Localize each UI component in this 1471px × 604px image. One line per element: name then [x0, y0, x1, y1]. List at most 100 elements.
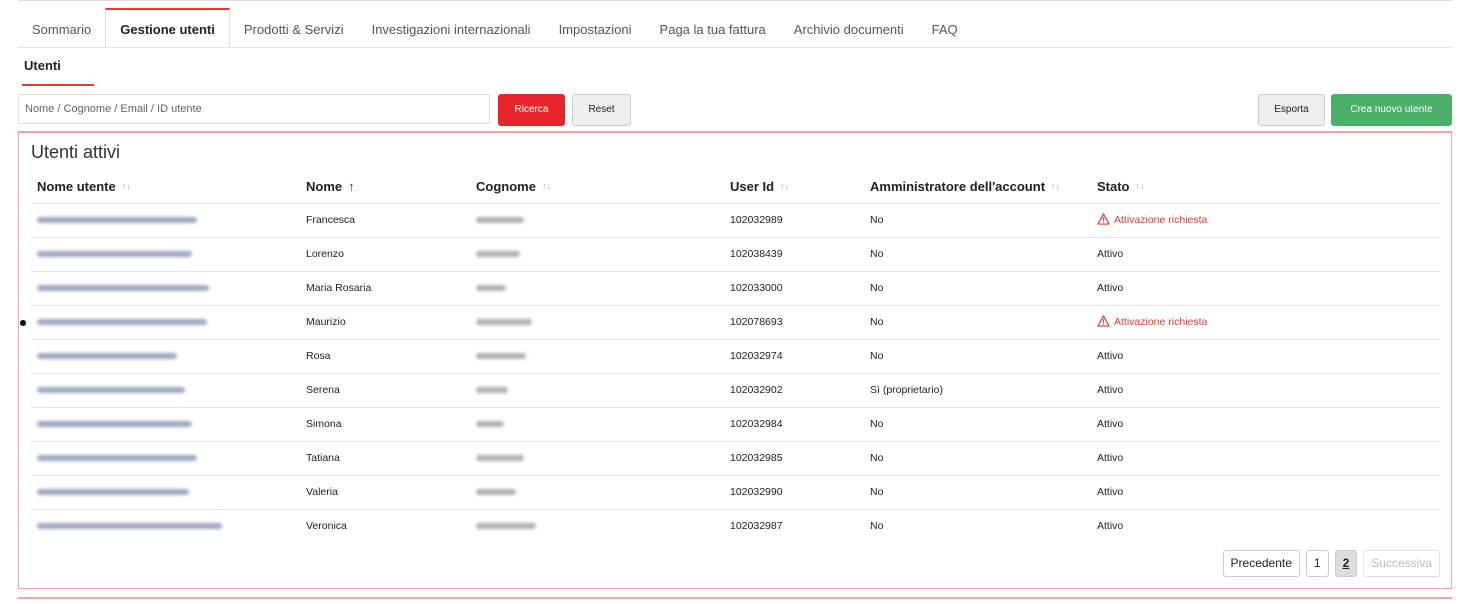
- column-header-user-id[interactable]: User Id ↑↓: [730, 179, 789, 194]
- column-header-admin[interactable]: Amministratore dell'account ↑↓: [870, 179, 1060, 194]
- cell-user-id: 102032984: [730, 418, 783, 430]
- cell-status: Attivo: [1097, 384, 1124, 396]
- cell-last-name: [476, 374, 508, 408]
- column-header-label: Nome: [306, 179, 343, 194]
- column-header-label: User Id: [730, 179, 775, 194]
- tabs-divider: [18, 47, 1453, 48]
- redacted-last-name: [476, 353, 526, 360]
- cell-username: [37, 272, 209, 306]
- tab-archivio-documenti[interactable]: Archivio documenti: [780, 10, 918, 48]
- cell-last-name: [476, 272, 506, 306]
- redacted-username: [37, 319, 207, 326]
- arrow-up-icon: ↑: [348, 179, 355, 194]
- cell-user-id: 102032985: [730, 452, 783, 464]
- column-header-label: Nome utente: [37, 179, 116, 194]
- cell-admin: No: [870, 214, 884, 226]
- cell-status: Attivo: [1097, 282, 1124, 294]
- row-marker-dot: [20, 320, 26, 326]
- sort-icon: ↑↓: [121, 181, 131, 191]
- table-row[interactable]: Veronica 102032987 No Attivo: [31, 509, 1441, 544]
- column-header-last-name[interactable]: Cognome ↑↓: [476, 179, 551, 194]
- cell-first-name: Veronica: [306, 520, 347, 532]
- subtab-active-indicator: [22, 84, 94, 86]
- tab-gestione-utenti[interactable]: Gestione utenti: [105, 8, 230, 48]
- cell-user-id: 102032974: [730, 350, 783, 362]
- tab-sommario[interactable]: Sommario: [18, 10, 105, 48]
- redacted-username: [37, 387, 185, 394]
- sort-icon: ↑↓: [1051, 181, 1061, 191]
- redacted-username: [37, 523, 222, 530]
- cell-admin: Sì (proprietario): [870, 384, 943, 396]
- tab-investigazioni-internazionali[interactable]: Investigazioni internazionali: [358, 10, 545, 48]
- table-row[interactable]: Rosa 102032974 No Attivo: [31, 339, 1441, 374]
- cell-status: Attivo: [1097, 486, 1124, 498]
- cell-first-name: Simona: [306, 418, 342, 430]
- pagination: Precedente 1 2 Successiva: [1222, 550, 1440, 577]
- cell-first-name: Maria Rosaria: [306, 282, 372, 294]
- sort-icon: ↑↓: [780, 181, 790, 191]
- tab-prodotti-servizi[interactable]: Prodotti & Servizi: [230, 10, 358, 48]
- next-panel-border: [18, 597, 1452, 599]
- cell-username: [37, 306, 207, 340]
- redacted-last-name: [476, 285, 506, 292]
- tab-paga-la-tua-fattura[interactable]: Paga la tua fattura: [646, 10, 780, 48]
- status-text: Attivazione richiesta: [1114, 316, 1208, 328]
- table-row[interactable]: Simona 102032984 No Attivo: [31, 407, 1441, 442]
- cell-last-name: [476, 442, 524, 476]
- redacted-username: [37, 251, 192, 258]
- redacted-username: [37, 285, 209, 292]
- cell-first-name: Francesca: [306, 214, 356, 226]
- cell-first-name: Tatiana: [306, 452, 340, 464]
- cell-username: [37, 340, 177, 374]
- table-row[interactable]: Serena 102032902 Sì (proprietario) Attivo: [31, 373, 1441, 408]
- cell-first-name: Rosa: [306, 350, 331, 362]
- cell-last-name: [476, 510, 536, 544]
- redacted-username: [37, 353, 177, 360]
- column-header-username[interactable]: Nome utente ↑↓: [37, 179, 131, 194]
- cell-first-name: Maurizio: [306, 316, 346, 328]
- redacted-username: [37, 217, 197, 224]
- table-row[interactable]: Lorenzo 102038439 No Attivo: [31, 237, 1441, 272]
- tab-impostazioni[interactable]: Impostazioni: [545, 10, 646, 48]
- subtab-users[interactable]: Utenti: [24, 58, 61, 73]
- table-row[interactable]: Maria Rosaria 102033000 No Attivo: [31, 271, 1441, 306]
- cell-last-name: [476, 306, 532, 340]
- cell-admin: No: [870, 282, 884, 294]
- panel-title: Utenti attivi: [31, 142, 121, 162]
- create-user-button[interactable]: Crea nuovo utente: [1331, 94, 1452, 126]
- redacted-last-name: [476, 319, 532, 326]
- redacted-last-name: [476, 523, 536, 530]
- cell-last-name: [476, 204, 524, 238]
- cell-user-id: 102032902: [730, 384, 783, 396]
- cell-username: [37, 204, 197, 238]
- status-text: Attivazione richiesta: [1114, 214, 1208, 226]
- reset-button[interactable]: Reset: [572, 94, 631, 126]
- redacted-last-name: [476, 217, 524, 224]
- export-button[interactable]: Esporta: [1258, 94, 1325, 126]
- cell-user-id: 102078693: [730, 316, 783, 328]
- cell-username: [37, 442, 197, 476]
- column-header-first-name[interactable]: Nome ↑: [306, 179, 355, 194]
- search-input[interactable]: [18, 94, 490, 124]
- redacted-last-name: [476, 251, 520, 258]
- cell-status: Attivo: [1097, 418, 1124, 430]
- pagination-prev-button[interactable]: Precedente: [1222, 550, 1300, 577]
- cell-status: Attivo: [1097, 452, 1124, 464]
- pagination-page-1[interactable]: 1: [1305, 550, 1329, 577]
- top-divider: [18, 0, 1453, 1]
- table-row[interactable]: Maurizio 102078693 No Attivazione richiesta: [20, 305, 1441, 341]
- column-header-label: Amministratore dell'account: [870, 179, 1046, 194]
- table-row[interactable]: Valeria 102032990 No Attivo: [31, 475, 1441, 510]
- warning-triangle-icon: [1097, 308, 1110, 341]
- cell-first-name: Serena: [306, 384, 340, 396]
- column-header-status[interactable]: Stato ↑↓: [1097, 179, 1145, 194]
- table-row[interactable]: Francesca 102032989 No Attivazione richiest…: [31, 203, 1441, 238]
- column-header-label: Stato: [1097, 179, 1130, 194]
- redacted-username: [37, 455, 197, 462]
- pagination-page-2[interactable]: 2: [1334, 550, 1358, 577]
- search-button[interactable]: Ricerca: [498, 94, 565, 126]
- tab-faq[interactable]: FAQ: [918, 10, 972, 48]
- cell-status: Attivo: [1097, 520, 1124, 532]
- cell-user-id: 102038439: [730, 248, 783, 260]
- table-row[interactable]: Tatiana 102032985 No Attivo: [31, 441, 1441, 476]
